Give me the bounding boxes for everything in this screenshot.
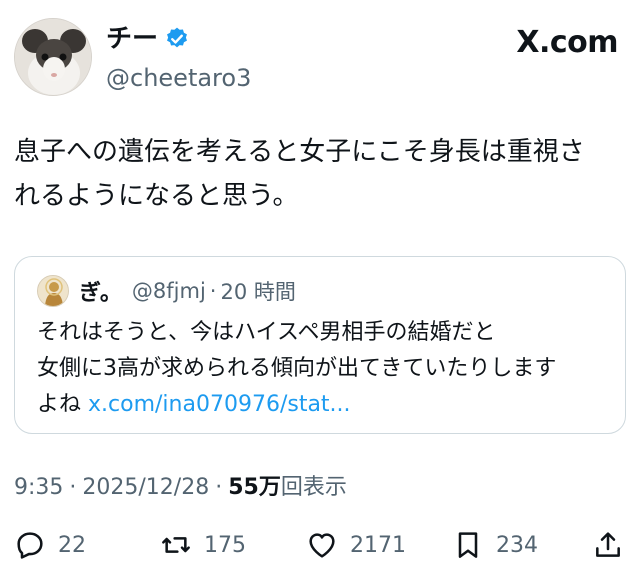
quoted-text-end: よね [37, 392, 82, 417]
action-bar: 22 175 2171 234 [14, 522, 626, 568]
repost-count: 175 [204, 532, 246, 558]
author-name-row: チー [106, 22, 190, 56]
tweet-time[interactable]: 9:35 [14, 472, 63, 504]
bookmark-icon [458, 532, 478, 558]
tweet-text-line: れるようになると思う。 [14, 181, 299, 211]
tweet-date[interactable]: 2025/12/28 [82, 472, 209, 504]
heart-icon [309, 533, 335, 558]
quoted-time: 20 時間 [220, 280, 296, 304]
quoted-author-name: ぎ。 [79, 281, 122, 306]
repost-button[interactable]: 175 [160, 522, 246, 568]
x-brand-logo: X.com [516, 25, 618, 60]
buddha-avatar-image [38, 276, 68, 306]
views-label: 回表示 [280, 475, 347, 500]
share-button[interactable] [592, 522, 624, 568]
quoted-text-line: それはそうと、今はハイスペ男相手の結婚だと [37, 320, 496, 345]
quoted-tweet-body: それはそうと、今はハイスペ男相手の結婚だと 女側に3高が求められる傾向が出てきて… [37, 315, 556, 423]
share-icon [596, 532, 620, 557]
quoted-tweet-header: ぎ。 @8fjmj · 20 時間 [37, 275, 296, 307]
quoted-text-line: 女側に3高が求められる傾向が出てきていたりします [37, 356, 557, 381]
quoted-text-last-line: よね x.com/ina070976/stat... [37, 387, 556, 423]
tweet-text: 息子への遺伝を考えると女子にこそ身長は重視さ れるようになると思う。 [14, 130, 626, 218]
author-name[interactable]: チー [106, 22, 158, 56]
meta-separator: · [215, 475, 223, 500]
tweet-text-line: 息子への遺伝を考えると女子にこそ身長は重視さ [14, 137, 585, 167]
like-button[interactable]: 2171 [306, 522, 406, 568]
quoted-separator: · [209, 279, 217, 303]
quoted-link[interactable]: x.com/ina070976/stat... [88, 392, 351, 417]
quoted-author-avatar [37, 275, 69, 307]
verified-badge-icon [167, 27, 187, 48]
author-handle[interactable]: @cheetaro3 [106, 62, 251, 94]
reply-count: 22 [58, 532, 86, 558]
tweet-header: チー @cheetaro3 X.com [14, 18, 626, 98]
quoted-tweet[interactable]: ぎ。 @8fjmj · 20 時間 それはそうと、今はハイスペ男相手の結婚だと … [14, 256, 626, 434]
author-avatar[interactable] [14, 18, 92, 96]
views-count[interactable]: 55万 回表示 [228, 472, 347, 504]
repost-icon [162, 537, 190, 553]
rat-avatar-image [15, 19, 91, 95]
tweet-meta: 9:35 · 2025/12/28 · 55万 回表示 [14, 472, 347, 504]
reply-button[interactable]: 22 [14, 522, 86, 568]
reply-icon [17, 532, 43, 559]
bookmark-button[interactable]: 234 [452, 522, 538, 568]
quoted-author-handle: @8fjmj [131, 279, 206, 303]
like-count: 2171 [350, 532, 406, 558]
views-number: 55万 [228, 475, 281, 500]
bookmark-count: 234 [496, 532, 538, 558]
meta-separator: · [69, 475, 77, 500]
